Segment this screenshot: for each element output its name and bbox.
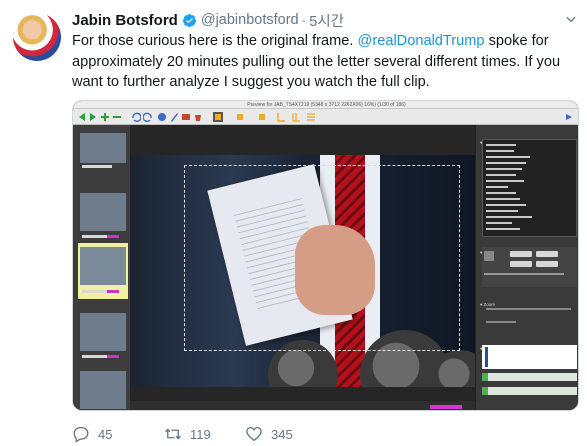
crop-button xyxy=(510,251,532,257)
verified-badge-icon xyxy=(182,13,196,27)
filmstrip-thumbnail-tag xyxy=(107,355,119,358)
forward-arrow-icon xyxy=(90,113,96,121)
zoom-option xyxy=(486,321,516,323)
mention-link[interactable]: @realDonaldTrump xyxy=(358,33,485,49)
panel-section-info: ▾ Info xyxy=(480,131,540,145)
color-icon xyxy=(182,114,190,120)
exif-line xyxy=(486,162,526,164)
like-button[interactable]: 345 xyxy=(245,425,293,443)
author-handle[interactable]: @jabinbotsford xyxy=(201,12,299,28)
panel-section-zoom: ▾ Zoom xyxy=(480,302,496,307)
separator-dot: · xyxy=(301,12,307,28)
exif-line xyxy=(486,174,516,176)
log-entry-status xyxy=(482,373,488,381)
info-icon xyxy=(158,113,166,121)
log-entry xyxy=(482,387,577,395)
like-count: 345 xyxy=(271,426,293,442)
log-entry-status xyxy=(482,387,488,395)
brush-icon xyxy=(171,113,178,122)
inspector-panel: ▾ Info ▾ Crop xyxy=(475,125,578,410)
crop-button xyxy=(536,251,558,257)
histogram xyxy=(482,345,577,369)
filmstrip-sidebar xyxy=(73,125,130,410)
exif-line xyxy=(486,228,520,230)
timestamp[interactable]: 5시간 xyxy=(309,10,344,31)
retweet-icon xyxy=(165,428,181,440)
crop-selection xyxy=(184,165,460,351)
reply-count: 45 xyxy=(98,426,113,442)
tweet-header: Jabin Botsford @jabinbotsford · 5시간 xyxy=(72,10,344,31)
histogram-bar xyxy=(485,347,488,367)
exif-line xyxy=(486,198,520,200)
filmstrip-thumbnail-label xyxy=(82,165,112,168)
crop-button xyxy=(510,261,532,267)
panel-section-crop: ▾ Crop xyxy=(480,241,540,255)
tweet-actions: 45 119 345 xyxy=(72,424,293,444)
photo-preview xyxy=(130,155,475,387)
log-entry xyxy=(482,373,577,381)
exif-line xyxy=(486,186,508,188)
app-toolbar xyxy=(73,109,578,125)
exif-line xyxy=(486,168,522,170)
minus-icon xyxy=(113,116,121,118)
panel-section-histogram: ▾ Histogram xyxy=(480,337,540,351)
grid-icon xyxy=(307,113,315,121)
grid-icon xyxy=(277,113,285,122)
exif-line xyxy=(486,216,532,218)
app-window-title: Preview for JAB_TS4X7219 (5348 x 3712 22… xyxy=(247,102,406,108)
frame-icon xyxy=(259,114,265,120)
filmstrip-thumbnail-tag xyxy=(107,235,119,238)
grid-icon xyxy=(292,113,300,122)
zoom-slider xyxy=(486,308,571,310)
retweet-button[interactable]: 119 xyxy=(164,425,245,443)
retweet-count: 119 xyxy=(190,426,211,442)
crop-settings-line xyxy=(484,273,564,275)
filmstrip-thumbnail xyxy=(80,193,126,231)
exif-line xyxy=(486,144,516,146)
app-statusbar xyxy=(130,401,475,410)
exif-line xyxy=(486,180,524,182)
filmstrip-thumbnail xyxy=(80,247,126,285)
exif-line xyxy=(486,150,514,152)
frame-icon xyxy=(237,114,243,120)
filmstrip-thumbnail xyxy=(80,133,126,163)
filmstrip-thumbnail xyxy=(80,313,126,351)
add-icon xyxy=(101,113,109,121)
exif-line xyxy=(486,222,512,224)
exif-line xyxy=(486,156,530,158)
reply-icon xyxy=(73,426,89,443)
tweet-text: For those curious here is the original f… xyxy=(72,31,577,93)
chevron-down-icon[interactable] xyxy=(564,12,578,26)
back-arrow-icon xyxy=(79,113,85,121)
like-icon xyxy=(246,426,262,442)
rotate-left-icon xyxy=(132,112,141,122)
crop-controls xyxy=(482,247,577,287)
image-canvas xyxy=(130,125,475,410)
status-indicator xyxy=(430,405,462,409)
crop-icon xyxy=(484,251,494,261)
tweet-media-image[interactable]: Preview for JAB_TS4X7219 (5348 x 3712 22… xyxy=(72,100,579,411)
rotate-right-icon xyxy=(143,112,152,122)
avatar[interactable] xyxy=(13,13,61,61)
filmstrip-thumbnail xyxy=(80,371,126,409)
exif-line xyxy=(486,204,526,206)
exif-line xyxy=(486,192,516,194)
tweet-text-part: For those curious here is the original f… xyxy=(72,33,358,49)
app-window-titlebar: Preview for JAB_TS4X7219 (5348 x 3712 22… xyxy=(73,101,578,109)
crop-button xyxy=(536,261,558,267)
expand-icon xyxy=(566,114,572,120)
author-name[interactable]: Jabin Botsford xyxy=(72,12,178,29)
tweet: Jabin Botsford @jabinbotsford · 5시간 For … xyxy=(0,0,587,446)
exif-info-box xyxy=(482,139,577,237)
reply-button[interactable]: 45 xyxy=(72,425,164,443)
filmstrip-thumbnail-tag xyxy=(107,290,119,293)
trash-icon xyxy=(195,115,201,121)
exif-line xyxy=(486,210,518,212)
crop-tool-icon xyxy=(213,112,223,122)
